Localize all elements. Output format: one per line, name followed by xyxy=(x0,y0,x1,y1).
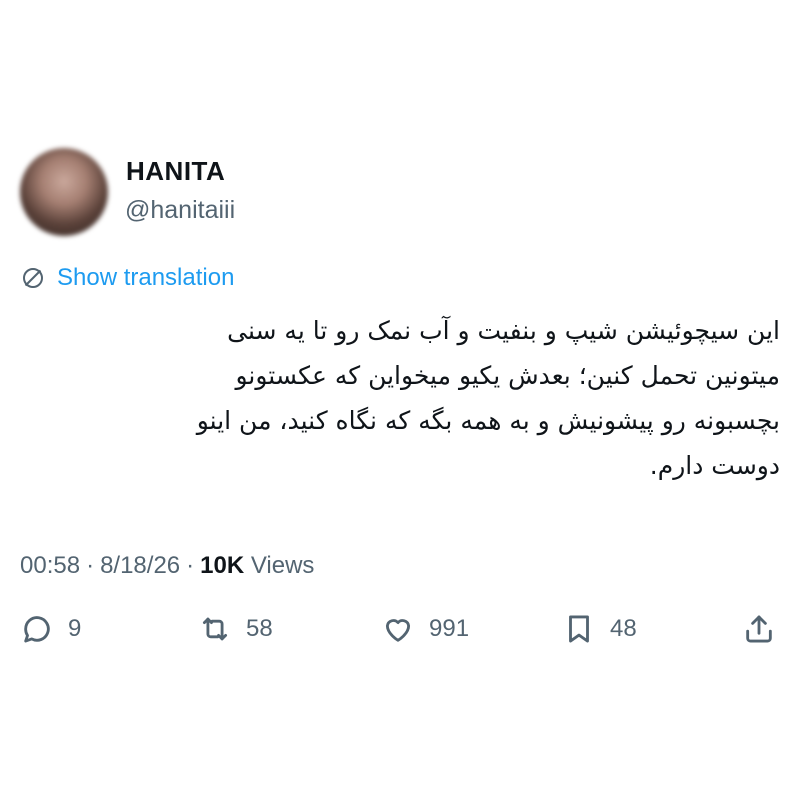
reply-count: 9 xyxy=(68,615,82,642)
like-button[interactable]: 991 xyxy=(381,612,469,646)
heart-icon xyxy=(385,619,411,642)
retweet-button[interactable]: 58 xyxy=(198,612,273,646)
views-count[interactable]: 10K xyxy=(200,552,244,579)
avatar[interactable] xyxy=(20,148,108,236)
tweet-date[interactable]: 8/18/26 xyxy=(100,552,180,579)
share-button[interactable] xyxy=(742,612,776,646)
action-bar: 9 58 991 48 xyxy=(0,612,800,660)
tweet-text: این سیچوئیشن شیپ و بنفیت و آب نمک رو تا … xyxy=(18,308,780,488)
views-label: Views xyxy=(250,552,315,579)
like-count: 991 xyxy=(429,615,470,642)
tweet-time[interactable]: 00:58 xyxy=(20,552,80,579)
share-icon xyxy=(746,615,772,643)
bookmark-button[interactable]: 48 xyxy=(562,612,637,646)
tweet-text-line: دوست دارم. xyxy=(649,451,780,480)
bookmark-icon xyxy=(569,615,589,643)
retweet-icon xyxy=(202,617,228,641)
bookmark-count: 48 xyxy=(610,615,637,642)
meta-separator: · xyxy=(86,552,95,579)
tweet-text-line: این سیچوئیشن شیپ و بنفیت و آب نمک رو تا … xyxy=(227,316,780,345)
retweet-count: 58 xyxy=(246,615,273,642)
show-translation-link[interactable]: Show translation xyxy=(21,264,234,292)
reply-icon xyxy=(24,616,50,643)
author-handle[interactable]: @hanitaiii xyxy=(125,196,235,225)
show-translation-label: Show translation xyxy=(57,264,235,291)
tweet-text-line: بچسبونه رو پیشونیش و به همه بگه که نگاه … xyxy=(196,406,780,435)
reply-button[interactable]: 9 xyxy=(20,612,81,646)
tweet-meta: 00:58 · 8/18/26 · 10K Views xyxy=(20,552,314,580)
meta-separator: · xyxy=(186,552,195,579)
globe-icon xyxy=(23,268,43,288)
tweet-text-line: میتونین تحمل کنین؛ بعدش یکیو میخواین که … xyxy=(235,361,780,390)
author-display-name[interactable]: HANITA xyxy=(126,156,225,187)
